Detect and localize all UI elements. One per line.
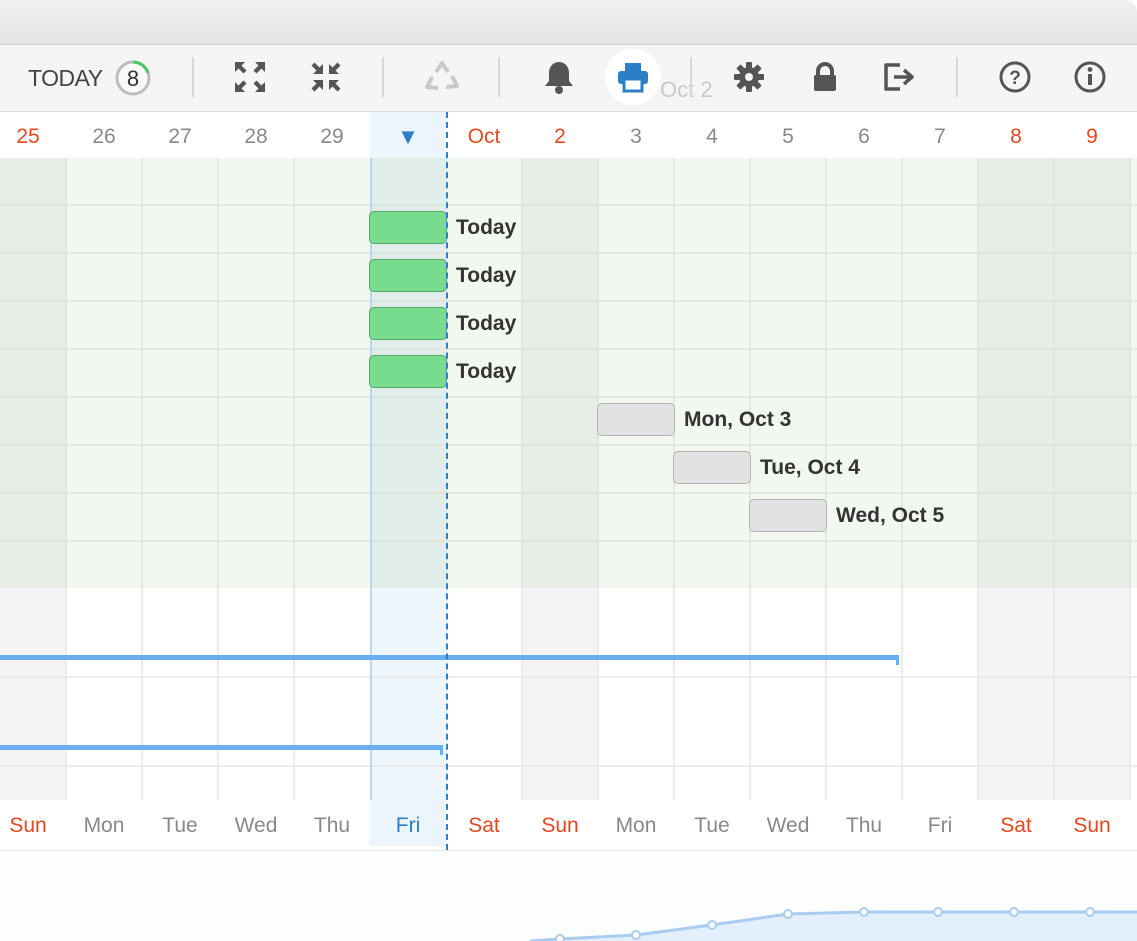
weekday-cell: Wed xyxy=(766,814,810,837)
timeline-bar[interactable] xyxy=(0,655,899,660)
task-label: Tue, Oct 4 xyxy=(760,456,860,479)
task-label: Wed, Oct 5 xyxy=(836,504,945,527)
weekday-footer-row: Sun Mon Tue Wed Thu Fri Sat Sun Mon Tue … xyxy=(0,800,1137,848)
task-bar[interactable] xyxy=(749,499,827,532)
date-cell: 28 xyxy=(244,125,268,148)
today-label: TODAY xyxy=(28,65,103,91)
task-grid xyxy=(0,158,1137,588)
task-label: Today xyxy=(456,360,517,383)
collapse-icon xyxy=(311,62,341,92)
date-cell: 25 xyxy=(16,125,40,148)
print-button[interactable] xyxy=(605,49,661,105)
date-cell: 2 xyxy=(554,125,566,148)
weekday-cell: Fri xyxy=(370,800,446,846)
timeline-bar[interactable] xyxy=(0,745,443,750)
task-bar[interactable] xyxy=(369,259,447,292)
toolbar-divider xyxy=(498,57,500,97)
date-cell: 5 xyxy=(782,125,794,148)
weekday-cell: Sat xyxy=(1000,814,1032,837)
date-cell: 6 xyxy=(858,125,870,148)
date-header-row: 25 26 27 28 29 ▼ Oct 2 3 4 5 6 7 8 9 xyxy=(0,112,1137,159)
print-icon xyxy=(618,63,648,93)
bell-icon xyxy=(545,62,573,94)
task-bar[interactable] xyxy=(369,211,447,244)
help-button[interactable]: ? xyxy=(987,49,1043,105)
date-cell: Oct xyxy=(467,125,501,148)
task-label: Today xyxy=(456,312,517,335)
milestone-grid xyxy=(0,588,1137,800)
weekday-cell: Thu xyxy=(313,814,351,837)
date-cell: 3 xyxy=(630,125,642,148)
progress-chart xyxy=(0,850,1137,941)
weekday-cell: Sun xyxy=(9,814,47,837)
date-cell: 4 xyxy=(706,125,718,148)
toolbar-divider xyxy=(956,57,958,97)
toolbar-divider xyxy=(382,57,384,97)
toolbar-divider xyxy=(690,57,692,97)
timeline-bar-end xyxy=(440,745,443,755)
milestone-area xyxy=(0,588,1137,800)
collapse-button[interactable] xyxy=(298,49,354,105)
notifications-button[interactable] xyxy=(531,49,587,105)
info-button[interactable] xyxy=(1062,49,1118,105)
date-cell: 9 xyxy=(1086,125,1098,148)
task-bar[interactable] xyxy=(673,451,751,484)
weekday-cell: Tue xyxy=(162,814,198,837)
settings-button[interactable] xyxy=(721,49,777,105)
drag-preview-date: Oct 2 xyxy=(660,77,713,102)
weekday-cell: Mon xyxy=(615,814,657,837)
lock-icon xyxy=(814,62,836,91)
expand-icon xyxy=(235,62,265,92)
today-progress-icon: 8 xyxy=(115,60,151,96)
today-marker-icon: ▼ xyxy=(370,112,446,158)
task-bar[interactable] xyxy=(369,307,447,340)
lock-button[interactable] xyxy=(797,49,853,105)
grid-lines xyxy=(0,158,1137,588)
recycle-icon xyxy=(425,61,459,90)
logout-icon xyxy=(884,63,914,91)
today-button[interactable]: TODAY 8 xyxy=(22,52,162,104)
svg-text:?: ? xyxy=(1009,68,1021,89)
window-titlebar xyxy=(0,0,1137,45)
task-bar[interactable] xyxy=(597,403,675,436)
weekday-cell: Sun xyxy=(1073,814,1111,837)
today-line xyxy=(446,112,448,850)
date-cell: 7 xyxy=(934,125,946,148)
weekday-cell: Fri xyxy=(927,814,953,837)
task-label: Today xyxy=(456,264,517,287)
date-cell: 27 xyxy=(168,125,192,148)
weekday-cell: Mon xyxy=(83,814,125,837)
date-cell: 29 xyxy=(320,125,344,148)
weekday-cell: Sun xyxy=(541,814,579,837)
timeline-bar-end xyxy=(896,655,899,665)
help-icon: ? xyxy=(999,61,1031,93)
info-icon xyxy=(1074,61,1106,93)
recycle-button[interactable] xyxy=(414,49,470,105)
date-cell: 26 xyxy=(92,125,116,148)
gear-icon xyxy=(734,62,764,92)
today-count: 8 xyxy=(127,66,139,91)
task-label: Mon, Oct 3 xyxy=(684,408,792,431)
date-cell: 8 xyxy=(1010,125,1022,148)
task-label: Today xyxy=(456,216,517,239)
expand-button[interactable] xyxy=(222,49,278,105)
weekday-cell: Wed xyxy=(234,814,278,837)
task-bar[interactable] xyxy=(369,355,447,388)
progress-chart-line xyxy=(529,907,1137,941)
weekday-cell: Tue xyxy=(694,814,730,837)
weekday-cell: Sat xyxy=(468,814,500,837)
weekday-cell: Thu xyxy=(845,814,883,837)
logout-button[interactable] xyxy=(871,49,927,105)
toolbar-divider xyxy=(192,57,194,97)
